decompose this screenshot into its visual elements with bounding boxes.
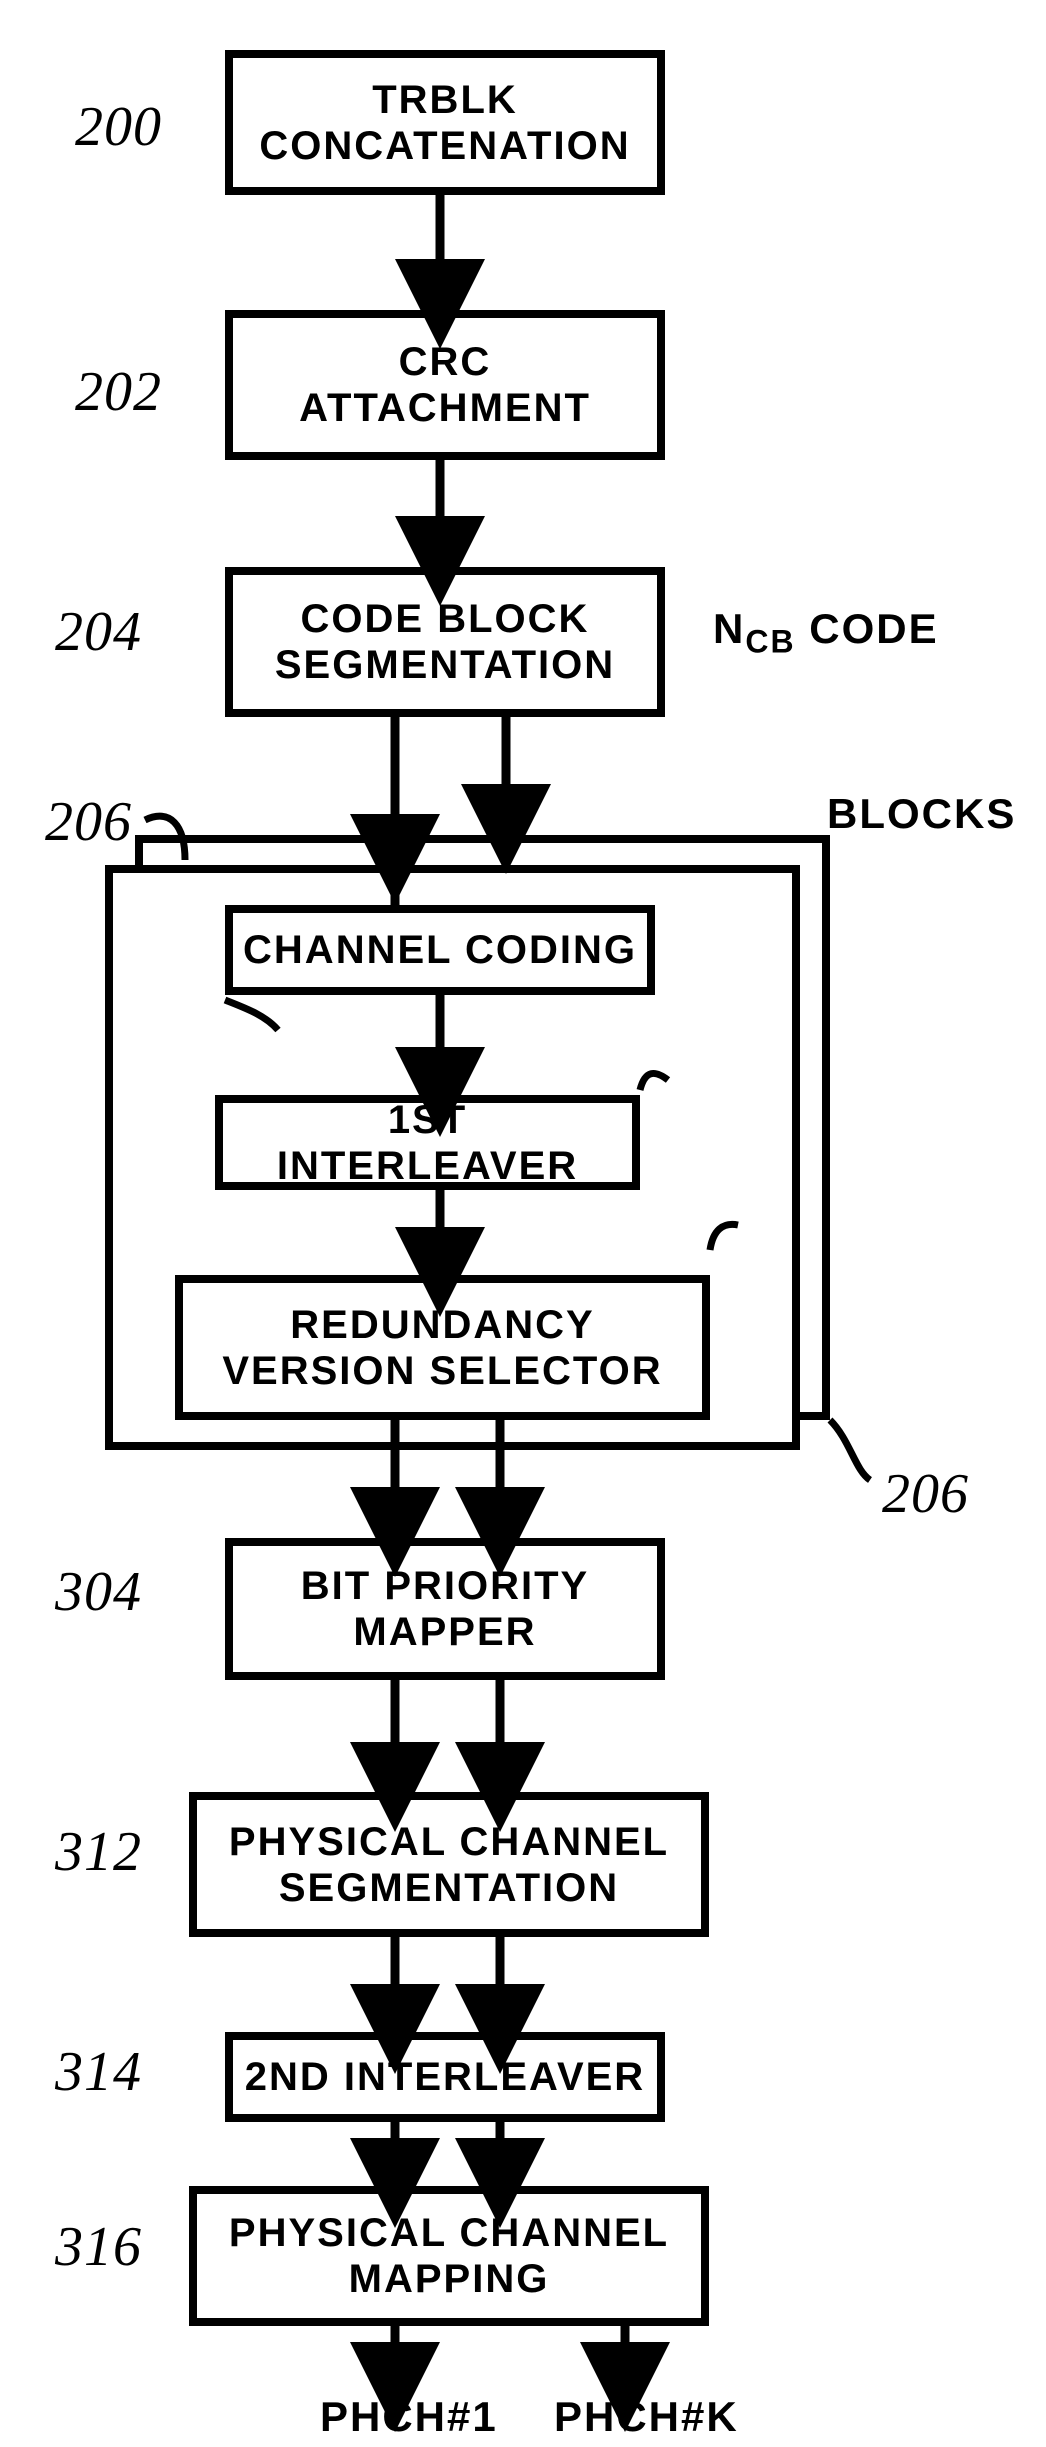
connectors-svg: [0, 0, 1046, 2447]
flowchart-canvas: 200 202 204 206 208 300 302 206 304 312 …: [0, 0, 1046, 2447]
